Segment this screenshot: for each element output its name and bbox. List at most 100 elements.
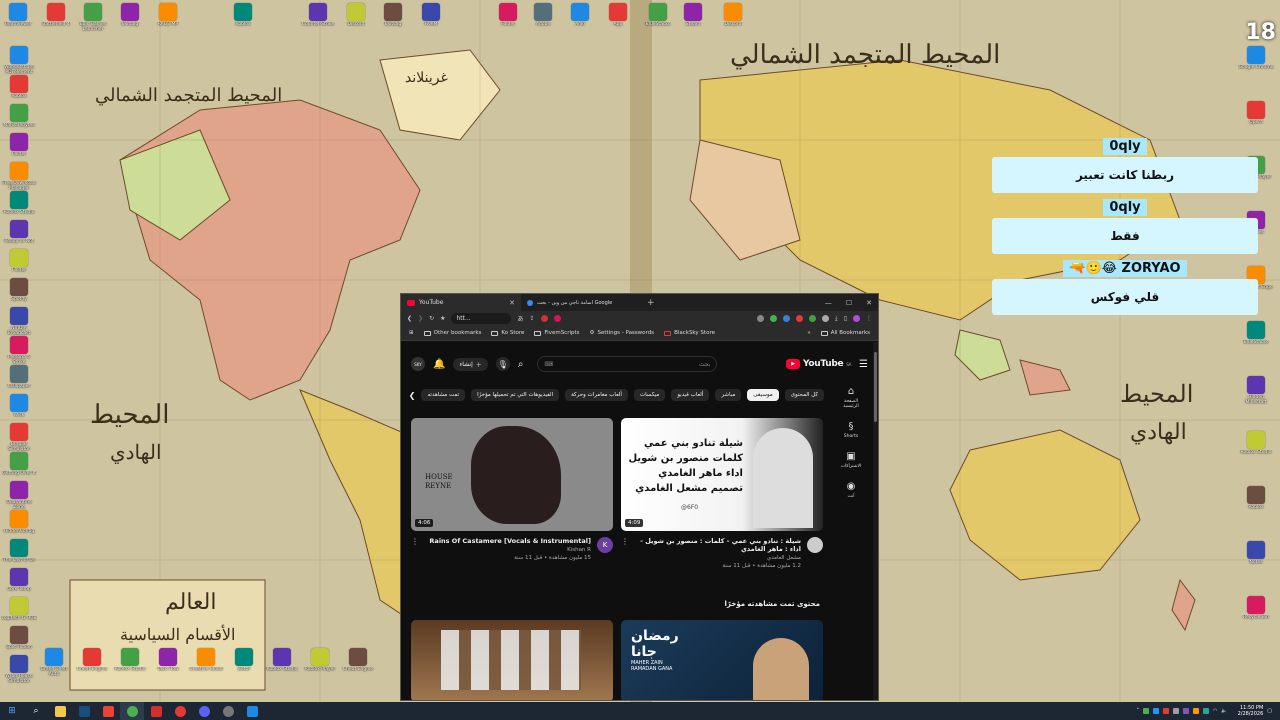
filter-chip[interactable]: تمت مشاهدته	[421, 389, 466, 401]
sidebar-item[interactable]: ⌂ الصفحة الرئيسية	[836, 386, 866, 409]
desktop-icon[interactable]: Counter-Strike	[300, 3, 336, 32]
desktop-icon[interactable]: BlueStacks	[640, 3, 676, 32]
taskbar-app[interactable]	[96, 702, 120, 720]
video-thumbnail[interactable]: شيلة تنادو بني عمي كلمات منصور بن شويل ا…	[621, 418, 823, 531]
desktop-icon[interactable]: Wallpaper	[1, 365, 37, 394]
tab-youtube[interactable]: YouTube ✕	[401, 294, 521, 311]
new-tab-button[interactable]: +	[641, 298, 661, 308]
desktop-icon[interactable]: Google Chrome	[1238, 46, 1274, 75]
create-button[interactable]: إنشاء ＋	[453, 357, 488, 371]
search-input[interactable]: ⌨ بحث	[537, 356, 718, 372]
maximize-button[interactable]: ☐	[846, 299, 852, 307]
sidebar-icon[interactable]: ▯	[844, 315, 847, 322]
desktop-icon[interactable]: Roblox Player	[302, 648, 338, 677]
desktop-icon[interactable]: Grand Theft Auto	[36, 648, 72, 677]
desktop-icon[interactable]: Zettlr	[226, 648, 262, 677]
desktop-icon[interactable]: Cheat Engine	[74, 648, 110, 677]
filter-chip[interactable]: كل المحتوى	[784, 389, 824, 401]
tray-icon[interactable]	[1203, 708, 1210, 714]
desktop-icon[interactable]: Roblox	[225, 3, 261, 32]
desktop-icon[interactable]: Cheat Engine	[340, 648, 376, 677]
apps-icon[interactable]: ⊞	[409, 330, 414, 336]
close-window-button[interactable]: ✕	[866, 299, 872, 307]
channel-avatar[interactable]: K	[597, 537, 613, 553]
desktop-icon[interactable]: Burglar Simulator	[1, 423, 37, 452]
desktop-icon[interactable]: NVIDIA Broadcast	[1, 307, 37, 336]
extension-icon[interactable]	[770, 315, 778, 322]
download-icon[interactable]: ⤓	[835, 315, 838, 323]
desktop-icon[interactable]: Core Temp	[1, 568, 37, 597]
desktop-icon[interactable]: Free Download Manager	[1, 162, 37, 191]
menu-icon[interactable]: ⋮	[866, 315, 872, 322]
desktop-icon[interactable]: BlueStacks	[1238, 321, 1274, 350]
translate-icon[interactable]: あ	[517, 314, 523, 323]
desktop-icon[interactable]: ExitLag	[112, 3, 148, 32]
clock[interactable]: 11:50 PM 2/28/2026	[1238, 705, 1264, 717]
search-icon[interactable]: ⌕	[518, 359, 524, 370]
taskbar-app[interactable]	[72, 702, 96, 720]
hamburger-menu-icon[interactable]: ☰	[859, 359, 868, 370]
desktop-icon[interactable]: Folder	[1, 133, 37, 162]
desktop-icon[interactable]: Quarantine Zone	[1, 481, 37, 510]
share-icon[interactable]: ⇪	[530, 315, 535, 322]
bookmark-fivemscripts[interactable]: FivemScripts	[534, 330, 580, 336]
desktop-icon[interactable]: Folder	[490, 3, 526, 32]
tray-expand-icon[interactable]: ˄	[1137, 708, 1140, 714]
desktop-icon[interactable]: The Last of Us	[1, 539, 37, 568]
more-bookmarks-icon[interactable]: »	[807, 330, 810, 336]
extension-icon[interactable]	[783, 315, 791, 322]
tray-icon[interactable]	[1163, 708, 1170, 714]
sidebar-item[interactable]: ▣ الاشتراكات	[836, 451, 866, 469]
back-icon[interactable]: ❮	[407, 315, 412, 322]
desktop-icon[interactable]: Steam	[675, 3, 711, 32]
bookmark-star-icon[interactable]: ★	[440, 315, 445, 322]
channel-avatar[interactable]	[807, 537, 823, 553]
avatar[interactable]: SKY	[411, 357, 425, 371]
desktop-icon[interactable]: RAGE MP	[150, 3, 186, 32]
desktop-icon[interactable]: Split Fiction	[1, 626, 37, 655]
filter-chip[interactable]: مباشر	[715, 389, 742, 401]
desktop-icon[interactable]: TeamViewer	[0, 3, 36, 32]
filter-chip[interactable]: موسيقى	[747, 389, 779, 401]
video-card[interactable]: شيلة تنادو بني عمي كلمات منصور بن شويل ا…	[621, 418, 823, 569]
minimize-button[interactable]: —	[825, 299, 832, 307]
filter-chip[interactable]: ألعاب مغامرات وحركة	[565, 389, 628, 401]
url-field[interactable]: htt...	[451, 313, 512, 324]
desktop-icon[interactable]: Recycle Bin	[1238, 596, 1274, 625]
tray-icon[interactable]	[1173, 708, 1180, 714]
video-thumbnail[interactable]	[411, 620, 613, 700]
desktop-icon[interactable]: Epic Games Launcher	[75, 3, 111, 32]
wifi-icon[interactable]: ◠	[1213, 708, 1217, 714]
extension-icon[interactable]	[553, 315, 561, 322]
desktop-icon[interactable]: Getting Over It	[1, 452, 37, 481]
video-title[interactable]: Rains Of Castamere [Vocals & Instrumenta…	[425, 537, 591, 545]
video-thumbnail[interactable]: رمضان جانا MAHER ZAIN RAMADAN GANA	[621, 620, 823, 700]
video-card[interactable]: HOUSE REYNE 4:06 K Rains Of Castamere [V…	[411, 418, 613, 561]
bookmark-settings-passwords[interactable]: ⚙ Settings - Passwords	[590, 330, 655, 336]
taskbar-app[interactable]	[192, 702, 216, 720]
desktop-icon[interactable]: Roblox Studio	[1, 191, 37, 220]
video-menu-icon[interactable]: ⋮	[621, 537, 629, 569]
desktop-icon[interactable]: Wondershare PDFelement	[1, 46, 37, 75]
desktop-icon[interactable]: Roblox Studio	[264, 648, 300, 677]
desktop-icon[interactable]: Roblox	[1238, 486, 1274, 515]
desktop-icon[interactable]: Roblox	[1, 75, 37, 104]
extension-icon[interactable]	[822, 315, 830, 322]
bookmark-ko-store[interactable]: Ko Store	[491, 330, 524, 336]
desktop-icon[interactable]: Creative Cloud	[188, 648, 224, 677]
desktop-icon[interactable]: Malwarebytes	[1, 104, 37, 133]
desktop-icon[interactable]: HiddenConfig	[1, 510, 37, 539]
desktop-icon[interactable]: Task Flow	[150, 648, 186, 677]
extension-icon[interactable]	[757, 315, 765, 322]
tray-icon[interactable]	[1143, 708, 1150, 714]
extension-icon[interactable]	[540, 315, 548, 322]
page-scrollbar[interactable]	[873, 342, 878, 700]
reload-icon[interactable]: ↻	[429, 315, 434, 322]
search-icon[interactable]: ⌕	[24, 702, 48, 720]
desktop-icon[interactable]: Notes	[1238, 541, 1274, 570]
bookmark-other[interactable]: Other bookmarks	[423, 330, 481, 336]
forward-icon[interactable]: ❯	[418, 315, 423, 322]
desktop-icon[interactable]: ExitLag	[375, 3, 411, 32]
start-button[interactable]: ⊞	[0, 702, 24, 720]
video-menu-icon[interactable]: ⋮	[411, 537, 419, 561]
